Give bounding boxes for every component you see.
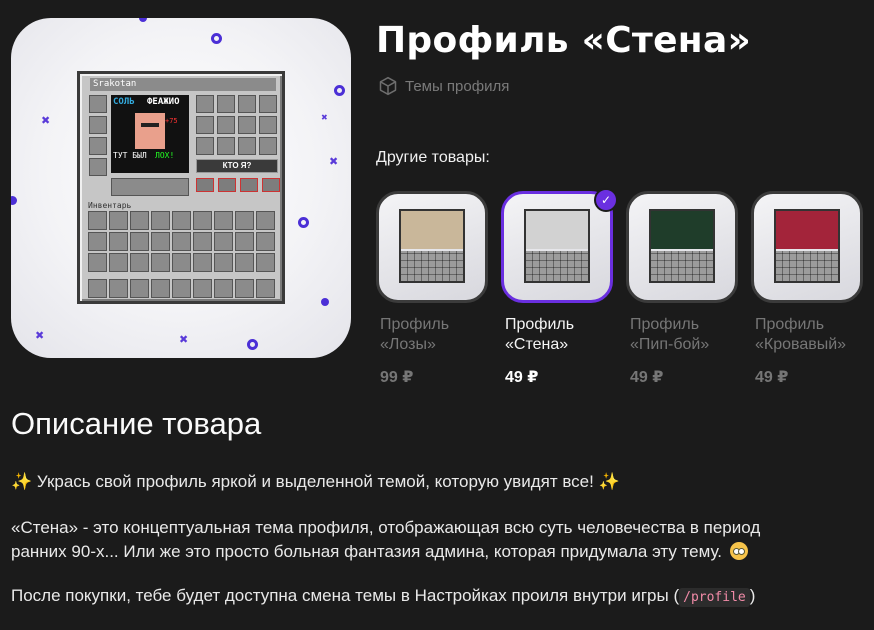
product-price: 49 ₽ (630, 369, 664, 386)
hotbar (88, 279, 275, 298)
thumbnail-top (651, 211, 713, 249)
description-text: «Стена» - это концептуальная тема профил… (11, 518, 761, 537)
thumbnail-preview (524, 209, 590, 283)
tool-slots (196, 178, 280, 192)
sparkles-icon: ✨ (598, 472, 620, 491)
player-name: Srakotan (90, 78, 276, 91)
description-text: Укрась свой профиль яркой и выделенной т… (36, 472, 594, 491)
product-price: 99 ₽ (380, 369, 414, 386)
decor-dot (321, 298, 329, 306)
thumbnail-grid (651, 251, 713, 281)
poster-text: СОЛЬ (113, 97, 135, 107)
product-thumbnail[interactable] (376, 191, 488, 303)
category-label: Темы профиля (405, 77, 510, 95)
craft-grid (196, 95, 278, 155)
product-image: ✖ ✖ ✖ ✖ ✖ Srakotan СОЛЬ ФЕАЖИО +75 ТУТ Б… (11, 18, 351, 358)
command-code: /profile (679, 588, 750, 607)
decor-dot (139, 18, 147, 22)
poster-text: ЛОХ! (155, 151, 175, 160)
player-face (135, 113, 165, 149)
poster-text: +75 (165, 117, 178, 125)
thumbnail-preview (399, 209, 465, 283)
product-thumbnail[interactable] (751, 191, 863, 303)
thumbnail-grid (526, 251, 588, 281)
thumbnail-grid (776, 251, 838, 281)
product-name[interactable]: Профиль «Кровавый» (751, 315, 863, 355)
decor-cross: ✖ (329, 155, 339, 168)
description-line: ✨ Укрась свой профиль яркой и выделенной… (11, 470, 871, 494)
product-card[interactable]: Профиль «Лозы» 99 ₽ (376, 191, 488, 387)
decor-cross: ✖ (179, 333, 189, 346)
product-price: 49 ₽ (505, 369, 539, 386)
decor-ring (298, 217, 309, 228)
decor-ring (211, 33, 222, 44)
product-card[interactable]: Профиль «Кровавый» 49 ₽ (751, 191, 863, 387)
description-text: После покупки, тебе будет доступна смена… (11, 586, 680, 605)
decor-dot (11, 196, 17, 205)
inventory-label: Инвентарь (88, 201, 132, 210)
description-line: После покупки, тебе будет доступна смена… (11, 584, 871, 610)
product-category[interactable]: Темы профиля (378, 76, 509, 96)
description-text: ранних 90-х... Или же это просто больная… (11, 542, 723, 561)
thumbnail-grid (401, 251, 463, 281)
who-am-i-button: КТО Я? (196, 159, 278, 173)
product-card[interactable]: Профиль «Пип-бой» 49 ₽ (626, 191, 738, 387)
inventory-preview: Srakotan СОЛЬ ФЕАЖИО +75 ТУТ БЫЛ ЛОХ! КТ… (77, 71, 285, 304)
flushed-face-icon (729, 542, 748, 560)
decor-ring (247, 339, 258, 350)
checkmark-icon: ✓ (594, 188, 618, 212)
wall-poster: СОЛЬ ФЕАЖИО +75 ТУТ БЫЛ ЛОХ! (111, 95, 189, 173)
inventory-grid (88, 211, 275, 272)
description-paragraph: «Стена» - это концептуальная тема профил… (11, 516, 871, 564)
poster-text: ФЕАЖИО (147, 97, 180, 107)
product-title: Профиль «Стена» (376, 20, 752, 61)
thumbnail-top (776, 211, 838, 249)
other-products-heading: Другие товары: (376, 149, 490, 166)
description-text: ) (749, 586, 756, 605)
thumbnail-top (401, 211, 463, 249)
sparkles-icon: ✨ (11, 472, 33, 491)
thumbnail-preview (649, 209, 715, 283)
thumbnail-top (526, 211, 588, 249)
product-name[interactable]: Профиль «Пип-бой» (626, 315, 738, 355)
decor-ring (334, 85, 345, 96)
product-name[interactable]: Профиль «Лозы» (376, 315, 488, 355)
product-price: 49 ₽ (755, 369, 789, 386)
decor-cross: ✖ (41, 114, 51, 127)
armor-slots (89, 95, 107, 179)
product-card-selected[interactable]: ✓ Профиль «Стена» 49 ₽ (501, 188, 618, 387)
decor-cross: ✖ (321, 113, 328, 122)
product-thumbnail[interactable] (626, 191, 738, 303)
poster-text: ТУТ БЫЛ (113, 151, 147, 160)
description-heading: Описание товара (11, 406, 262, 441)
name-plate (111, 178, 189, 196)
thumbnail-preview (774, 209, 840, 283)
cube-icon (379, 76, 397, 96)
product-name[interactable]: Профиль «Стена» (501, 315, 613, 355)
decor-cross: ✖ (35, 329, 45, 342)
